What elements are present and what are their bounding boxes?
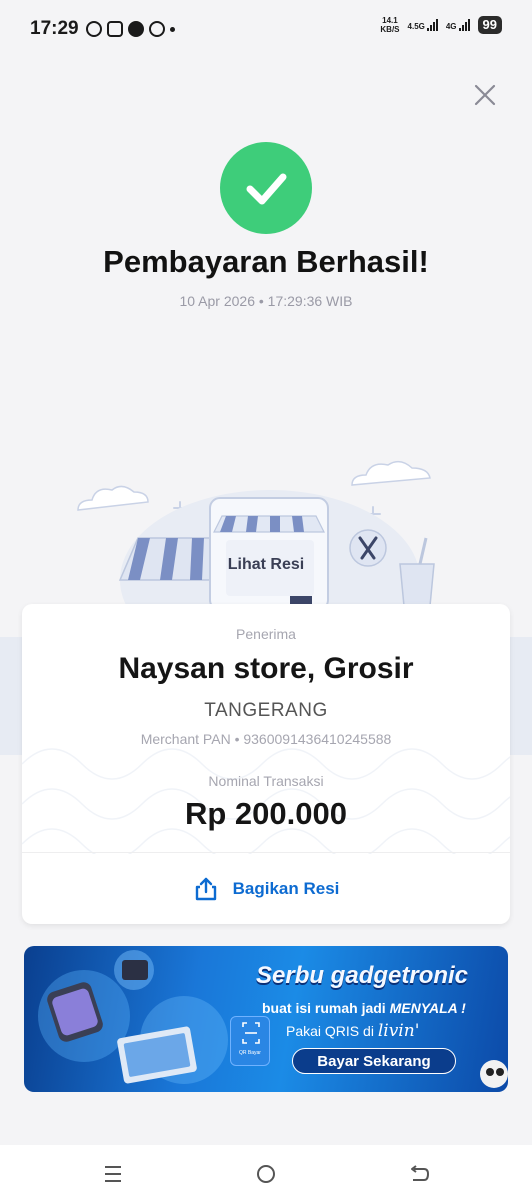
- transaction-timestamp: 10 Apr 2026 • 17:29:36 WIB: [179, 293, 353, 309]
- merchant-name: Naysan store, Grosir: [118, 652, 414, 685]
- status-bar: 17:29 14.1 KB/S 4.5G 4G 99: [0, 0, 532, 58]
- instagram-icon: [106, 21, 123, 37]
- banner-subline-text: Pakai QRIS di: [286, 1023, 378, 1039]
- banner-subline: Pakai QRIS di livin': [286, 1021, 419, 1041]
- chat-icon: [127, 21, 144, 37]
- store-illustration: [77, 460, 435, 610]
- network-speed: 14.1 KB/S: [380, 16, 399, 34]
- check-icon: [246, 173, 287, 205]
- view-receipt-link[interactable]: Lihat Resi: [0, 556, 532, 574]
- signal-2-label: 4G: [445, 22, 457, 31]
- success-badge: [220, 142, 312, 234]
- amount-label: Nominal Transaksi: [208, 773, 324, 789]
- merchant-city: TANGERANG: [204, 700, 328, 721]
- promo-banner[interactable]: QR Bayar Serbu gadgetronic buat isi ruma…: [24, 946, 508, 1092]
- banner-tagline-highlight: MENYALA !: [389, 1000, 466, 1016]
- nav-menu-button[interactable]: [98, 1159, 128, 1189]
- back-icon: [411, 1165, 430, 1181]
- qr-pay-icon: [230, 1016, 270, 1066]
- recipient-label: Penerima: [236, 626, 296, 642]
- battery-indicator: 99: [477, 16, 502, 34]
- network-speed-unit: KB/S: [380, 25, 400, 34]
- qr-pay-caption: QR Bayar: [239, 1050, 261, 1056]
- close-button[interactable]: [470, 80, 500, 110]
- banner-tagline-text: buat isi rumah jadi: [262, 1000, 390, 1016]
- share-icon: [195, 877, 216, 901]
- signal-2: 4G: [446, 19, 470, 31]
- merchant-pan: Merchant PAN • 9360091436410245588: [140, 731, 392, 747]
- pay-now-button[interactable]: Bayar Sekarang: [292, 1048, 456, 1074]
- signal-1: 4.5G: [408, 19, 438, 31]
- system-indicators: 14.1 KB/S 4.5G 4G 99: [380, 16, 502, 34]
- signal-icon: [458, 19, 470, 31]
- close-icon: [474, 84, 496, 106]
- banner-headline: Serbu gadgetronic: [256, 962, 469, 989]
- signal-1-label: 4.5G: [407, 22, 425, 31]
- banner-tagline: buat isi rumah jadi MENYALA !: [262, 1000, 466, 1016]
- transaction-amount: Rp 200.000: [185, 796, 347, 831]
- system-nav-bar: [0, 1145, 532, 1200]
- nav-back-button[interactable]: [404, 1159, 434, 1189]
- receipt-card: Penerima Naysan store, Grosir TANGERANG …: [22, 604, 510, 924]
- network-speed-value: 14.1: [382, 16, 398, 25]
- share-receipt-label: Bagikan Resi: [232, 879, 340, 898]
- menu-icon: [105, 1166, 121, 1182]
- notification-icons: [85, 21, 175, 37]
- nav-home-button[interactable]: [251, 1159, 281, 1189]
- more-notifications-icon: [169, 26, 175, 32]
- status-time: 17:29: [30, 18, 79, 39]
- card-divider: [22, 852, 510, 853]
- page-title: Pembayaran Berhasil!: [103, 244, 429, 279]
- whatsapp-business-icon: [148, 21, 165, 37]
- signal-icon: [426, 19, 438, 31]
- share-receipt-button[interactable]: Bagikan Resi: [22, 854, 510, 924]
- home-icon: [257, 1165, 275, 1183]
- whatsapp-icon: [85, 21, 102, 37]
- livin-logo: livin': [377, 1021, 420, 1041]
